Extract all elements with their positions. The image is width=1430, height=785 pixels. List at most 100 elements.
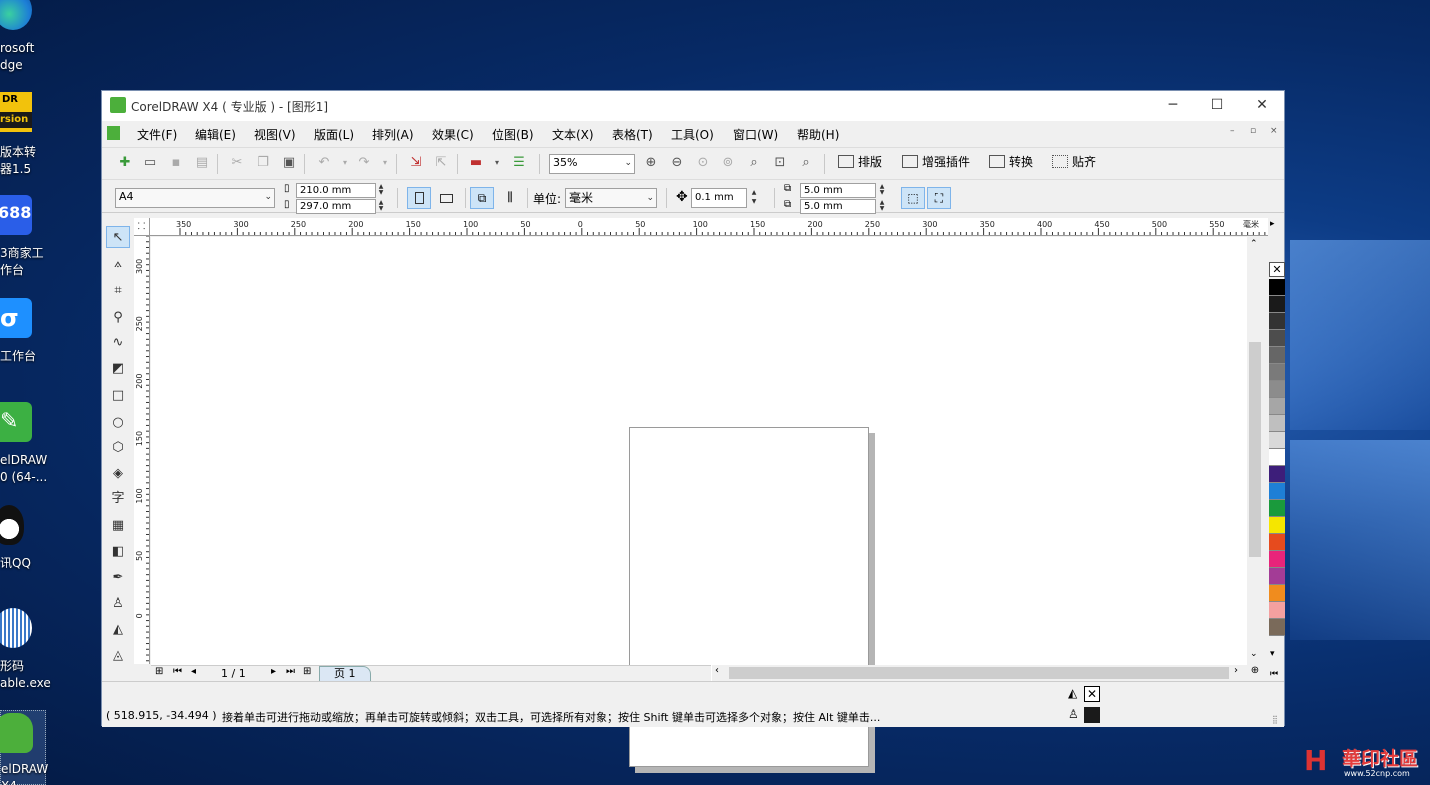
plugin-enhance-button[interactable]: 增强插件 — [902, 153, 970, 171]
rectangle-tool-icon[interactable]: □ — [106, 385, 130, 407]
shape-tool-icon[interactable]: ⟑ — [106, 253, 130, 275]
horizontal-scroll-thumb[interactable] — [729, 667, 1229, 679]
palette-swatch[interactable] — [1269, 534, 1285, 551]
copy-icon[interactable]: ❐ — [254, 155, 272, 171]
vertical-scroll-thumb[interactable] — [1249, 342, 1261, 557]
menu-bitmaps[interactable]: 位图(B) — [492, 126, 534, 143]
menu-view[interactable]: 视图(V) — [254, 126, 296, 143]
duplicate-x-input[interactable]: 5.0 mm — [800, 183, 876, 198]
smart-fill-tool-icon[interactable]: ◩ — [106, 358, 130, 380]
palette-swatch[interactable] — [1269, 466, 1285, 483]
outline-tool-icon[interactable]: ♙ — [106, 593, 130, 615]
palette-swatch[interactable] — [1269, 500, 1285, 517]
undo-dropdown-icon[interactable]: ▾ — [336, 155, 354, 171]
vertical-ruler[interactable]: 300 250 200 150 100 50 0 — [134, 236, 150, 664]
vertical-scrollbar[interactable]: ⌃ ⌄ — [1248, 237, 1262, 665]
paper-size-combo[interactable]: A4 ⌄ — [115, 188, 275, 208]
redo-icon[interactable]: ↷ — [355, 155, 373, 171]
menu-effects[interactable]: 效果(C) — [432, 126, 474, 143]
menu-arrange[interactable]: 排列(A) — [372, 126, 414, 143]
horizontal-scrollbar[interactable]: ‹ › — [712, 665, 1248, 681]
palette-swatch[interactable] — [1269, 381, 1285, 398]
new-icon[interactable]: ✚ — [116, 155, 134, 171]
page-height-input[interactable]: 297.0 mm — [296, 199, 376, 214]
width-spin-down-icon[interactable]: ▼ — [377, 190, 385, 196]
scroll-left-icon[interactable]: ‹ — [715, 665, 719, 676]
palette-swatch[interactable] — [1269, 398, 1285, 415]
redo-dropdown-icon[interactable]: ▾ — [376, 155, 394, 171]
zoom-tool-icon[interactable]: ⚲ — [106, 307, 130, 329]
dup-x-spin-down-icon[interactable]: ▼ — [878, 190, 886, 196]
all-pages-icon[interactable]: ⧉ — [470, 187, 494, 209]
pick-tool-icon[interactable]: ↖ — [106, 226, 130, 248]
palette-expand-icon[interactable]: ⏮ — [1270, 669, 1278, 679]
next-page-icon[interactable]: ▸ — [271, 666, 276, 677]
no-color-swatch[interactable]: ✕ — [1269, 262, 1285, 277]
interactive-fill-tool-icon[interactable]: ◬ — [106, 645, 130, 667]
maximize-button[interactable]: ☐ — [1194, 91, 1240, 121]
current-page-icon[interactable]: ⫼ — [498, 187, 522, 209]
scroll-down-icon[interactable]: ⌄ — [1250, 649, 1258, 659]
palette-scroll-up-icon[interactable]: ▸ — [1270, 219, 1275, 229]
document-icon[interactable] — [107, 126, 120, 140]
palette-swatch[interactable] — [1269, 551, 1285, 568]
import-icon[interactable]: ⇲ — [407, 155, 425, 171]
polygon-tool-icon[interactable]: ⬡ — [106, 437, 130, 459]
unit-combo[interactable]: 毫米 ⌄ — [565, 188, 657, 208]
zoom-page-icon[interactable]: ⌕ — [745, 155, 763, 171]
print-icon[interactable]: ▤ — [193, 155, 211, 171]
palette-swatch[interactable] — [1269, 313, 1285, 330]
zoom-in-icon[interactable]: ⊕ — [642, 155, 660, 171]
cut-icon[interactable]: ✂ — [228, 155, 246, 171]
launcher-dropdown-icon[interactable]: ▾ — [488, 155, 506, 171]
zoom-navigator-icon[interactable]: ⊕ — [1248, 665, 1262, 681]
palette-swatch[interactable] — [1269, 296, 1285, 313]
scroll-right-icon[interactable]: › — [1234, 665, 1238, 676]
page-width-input[interactable]: 210.0 mm — [296, 183, 376, 198]
menu-text[interactable]: 文本(X) — [552, 126, 594, 143]
nudge-distance-input[interactable]: 0.1 mm — [691, 188, 747, 208]
palette-swatch[interactable] — [1269, 432, 1285, 449]
palette-swatch[interactable] — [1269, 279, 1285, 296]
menu-tools[interactable]: 工具(O) — [671, 126, 714, 143]
outline-color-swatch[interactable] — [1084, 707, 1100, 723]
interactive-blend-tool-icon[interactable]: ◧ — [106, 541, 130, 563]
first-page-icon[interactable]: ⏮ — [173, 666, 182, 677]
basic-shapes-tool-icon[interactable]: ◈ — [106, 463, 130, 485]
menu-layout[interactable]: 版面(L) — [314, 126, 354, 143]
ellipse-tool-icon[interactable]: ○ — [106, 412, 130, 434]
zoom-level-combo[interactable]: 35% ⌄ — [549, 154, 635, 174]
zoom-width-icon[interactable]: ⊡ — [771, 155, 789, 171]
menu-table[interactable]: 表格(T) — [612, 126, 653, 143]
landscape-button[interactable] — [435, 187, 459, 209]
text-tool-icon[interactable]: 字 — [106, 488, 130, 510]
close-button[interactable]: ✕ — [1239, 91, 1285, 121]
zoom-all-objects-icon[interactable]: ⊚ — [719, 155, 737, 171]
palette-swatch[interactable] — [1269, 568, 1285, 585]
plugin-layout-button[interactable]: 排版 — [838, 153, 882, 171]
mdi-close-button[interactable]: × — [1270, 126, 1278, 136]
menu-window[interactable]: 窗口(W) — [733, 126, 778, 143]
last-page-icon[interactable]: ⏭ — [286, 666, 295, 677]
palette-swatch[interactable] — [1269, 585, 1285, 602]
freehand-tool-icon[interactable]: ∿ — [106, 332, 130, 354]
horizontal-ruler[interactable]: 350 300 250 200 150 100 50 0 50 100 150 200 250 300 35… — [150, 218, 1268, 236]
mdi-restore-button[interactable]: ▫ — [1250, 126, 1256, 136]
resize-grip-icon[interactable]: ⣿ — [1272, 715, 1278, 724]
welcome-screen-icon[interactable]: ☰ — [510, 155, 528, 171]
palette-swatch[interactable] — [1269, 330, 1285, 347]
palette-swatch[interactable] — [1269, 517, 1285, 534]
palette-swatch[interactable] — [1269, 619, 1285, 636]
paste-icon[interactable]: ▣ — [280, 155, 298, 171]
palette-swatch[interactable] — [1269, 483, 1285, 500]
menu-edit[interactable]: 编辑(E) — [195, 126, 236, 143]
crop-tool-icon[interactable]: ⌗ — [106, 280, 130, 302]
plugin-convert-button[interactable]: 转换 — [989, 153, 1033, 171]
zoom-height-icon[interactable]: ⌕ — [797, 155, 815, 171]
menu-help[interactable]: 帮助(H) — [797, 126, 839, 143]
minimize-button[interactable]: ─ — [1150, 91, 1196, 121]
desktop-icon-coreldraw-x4[interactable]: elDRAW X4 — [0, 710, 48, 785]
add-page-before-icon[interactable]: ⊞ — [155, 666, 163, 677]
palette-swatch[interactable] — [1269, 347, 1285, 364]
fill-none-icon[interactable]: ✕ — [1084, 686, 1100, 702]
